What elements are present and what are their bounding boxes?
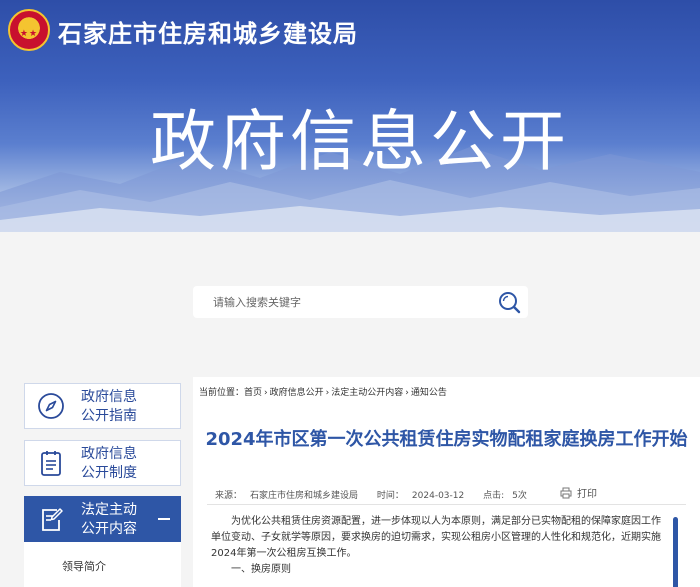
sidebar-item-label: 法定主动 [81, 502, 137, 518]
search-box [193, 286, 528, 318]
sidebar-item-label: 政府信息 [81, 389, 137, 405]
sidebar-item-disclosure-guide[interactable]: 政府信息 公开指南 [24, 383, 181, 429]
article-section-heading: 一、换房原则 [231, 564, 291, 575]
bureau-name: 石家庄市住房和城乡建设局 [58, 20, 358, 48]
sidebar-item-statutory-content[interactable]: 法定主动 公开内容 [24, 496, 181, 542]
breadcrumb-gov-info[interactable]: 政府信息公开 [270, 388, 324, 398]
scrollbar-thumb[interactable] [673, 517, 678, 587]
article-meta: 来源： 石家庄市住房和城乡建设局 时间： 2024-03-12 点击: 5次 [215, 488, 543, 501]
breadcrumb-separator: › [325, 388, 330, 398]
sidebar-item-label: 公开指南 [81, 408, 137, 424]
header-banner: ★★★★ 石家庄市住房和城乡建设局 政府信息公开 [0, 0, 700, 232]
banner-title: 政府信息公开 [150, 103, 570, 180]
clicks-label: 点击: [483, 491, 505, 501]
breadcrumb-notices[interactable]: 通知公告 [411, 388, 447, 398]
sidebar-item-label: 公开制度 [81, 465, 137, 481]
search-icon [499, 292, 521, 314]
clicks-value: 5次 [512, 491, 527, 501]
meta-divider [207, 504, 686, 505]
national-emblem-icon: ★★★★ [8, 9, 50, 51]
search-button[interactable] [496, 290, 522, 314]
article-body: 为优化公共租赁住房资源配置，进一步体现以人为本原则，满足部分已实物配租的保障家庭… [211, 514, 669, 578]
document-edit-icon [42, 508, 63, 531]
breadcrumb-prefix: 当前位置： [199, 388, 245, 398]
sidebar-sub-list: 领导简介 [24, 542, 181, 587]
breadcrumb: 当前位置：首页 › 政府信息公开 › 法定主动公开内容 › 通知公告 [199, 385, 447, 398]
article-panel: 当前位置：首页 › 政府信息公开 › 法定主动公开内容 › 通知公告 2024年市区第一次公… [193, 377, 700, 587]
time-label: 时间： [376, 491, 404, 501]
print-button[interactable]: 打印 [560, 485, 597, 500]
document-list-icon [41, 451, 61, 476]
breadcrumb-home[interactable]: 首页 [244, 388, 262, 398]
source-label: 来源： [215, 491, 243, 501]
time-value: 2024-03-12 [411, 491, 465, 501]
search-input[interactable] [193, 286, 483, 318]
compass-icon [38, 393, 64, 419]
article-title: 2024年市区第一次公共租赁住房实物配租家庭换房工作开始 [205, 429, 688, 450]
sidebar-item-disclosure-system[interactable]: 政府信息 公开制度 [24, 440, 181, 486]
print-label: 打印 [577, 489, 597, 500]
breadcrumb-separator: › [264, 388, 268, 398]
collapse-minus-icon[interactable] [158, 518, 170, 520]
breadcrumb-statutory[interactable]: 法定主动公开内容 [331, 388, 403, 398]
sidebar-item-label: 政府信息 [81, 446, 137, 462]
article-paragraph: 为优化公共租赁住房资源配置，进一步体现以人为本原则，满足部分已实物配租的保障家庭… [211, 516, 661, 559]
breadcrumb-separator: › [405, 388, 409, 398]
source-value: 石家庄市住房和城乡建设局 [250, 491, 359, 501]
printer-icon [560, 487, 572, 498]
sidebar-item-label: 公开内容 [81, 521, 137, 537]
sidebar-sub-item-leader-profile[interactable]: 领导简介 [62, 558, 106, 574]
